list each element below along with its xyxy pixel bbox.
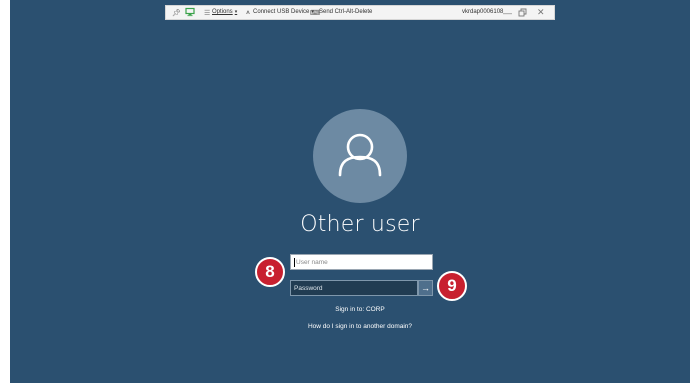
chevron-down-icon: ▾: [234, 9, 238, 15]
sign-in-domain: Sign in to: CORP: [335, 306, 385, 313]
other-domain-link[interactable]: How do I sign in to another domain?: [260, 323, 460, 330]
send-ctrl-alt-delete-button[interactable]: Send Ctrl-Alt-Delete: [319, 9, 372, 15]
usb-icon: ⩚: [246, 8, 250, 16]
monitor-icon[interactable]: [185, 7, 195, 19]
text-caret: [294, 257, 295, 267]
close-icon[interactable]: ✕: [537, 6, 545, 19]
avatar: [313, 109, 407, 203]
lock-screen: 📌︎ ☰ Options ▾ ⩚ Connect USB Device ▾ ⌨ Se…: [10, 0, 690, 383]
username-placeholder: User name: [296, 258, 328, 266]
password-field[interactable]: Password: [290, 280, 418, 296]
username-field[interactable]: User name: [290, 254, 433, 270]
options-icon: ☰: [204, 9, 211, 17]
minimize-icon[interactable]: —: [503, 6, 512, 19]
submit-button[interactable]: →: [418, 280, 433, 296]
step-callout-9: 9: [437, 271, 467, 301]
pin-icon[interactable]: 📌︎: [172, 6, 181, 19]
password-placeholder: Password: [294, 284, 323, 292]
options-menu[interactable]: Options ▾: [212, 9, 237, 15]
restore-icon[interactable]: [518, 6, 527, 19]
arrow-right-icon: →: [421, 283, 430, 293]
user-title: Other user: [300, 212, 420, 237]
vm-connection-toolbar: 📌︎ ☰ Options ▾ ⩚ Connect USB Device ▾ ⌨ Se…: [165, 5, 555, 20]
user-icon: [338, 133, 382, 177]
step-callout-8: 8: [255, 257, 285, 287]
host-name: vkrdap0006108: [462, 9, 504, 15]
connect-usb-menu[interactable]: Connect USB Device ▾: [253, 9, 314, 15]
